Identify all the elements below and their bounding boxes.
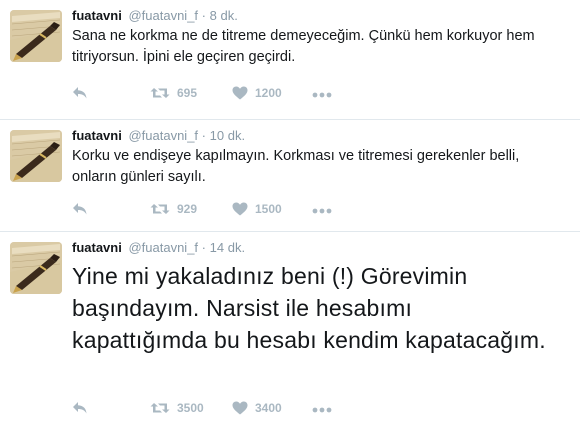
like-count: 1500 — [255, 202, 282, 216]
tweet-actions: 929 1500 — [72, 202, 552, 220]
more-button[interactable] — [312, 92, 332, 98]
tweet[interactable]: fuatavni @fuatavni_f · 8 dk. Sana ne kor… — [0, 0, 580, 120]
retweet-count: 3500 — [177, 401, 204, 415]
avatar[interactable] — [10, 242, 62, 294]
more-button[interactable] — [312, 407, 332, 413]
tweet-text: Korku ve endişeye kapılmayın. Korkması v… — [72, 148, 520, 185]
tweet-text: Sana ne korkma ne de titreme demeyeceğim… — [72, 28, 535, 65]
like-count: 1200 — [255, 86, 282, 100]
tweet-header: fuatavni @fuatavni_f · 14 dk. — [72, 240, 245, 255]
more-icon — [312, 407, 332, 413]
more-button[interactable] — [312, 208, 332, 214]
username[interactable]: @fuatavni_f — [128, 240, 198, 255]
timestamp[interactable]: 14 dk. — [210, 240, 245, 255]
fullname[interactable]: fuatavni — [72, 128, 122, 143]
like-button[interactable]: 1500 — [232, 202, 282, 216]
retweet-button[interactable]: 3500 — [150, 401, 204, 415]
pen-on-paper-avatar-image — [10, 242, 62, 294]
reply-icon — [72, 202, 88, 216]
retweet-button[interactable]: 929 — [150, 202, 197, 216]
retweet-icon — [150, 86, 170, 100]
tweet-header: fuatavni @fuatavni_f · 8 dk. — [72, 8, 238, 23]
more-icon — [312, 208, 332, 214]
tweet[interactable]: fuatavni @fuatavni_f · 14 dk. Yine mi ya… — [0, 232, 580, 425]
timestamp[interactable]: 8 dk. — [210, 8, 238, 23]
avatar[interactable] — [10, 130, 62, 182]
tweet-actions: 695 1200 — [72, 86, 552, 104]
heart-icon — [232, 86, 248, 100]
fullname[interactable]: fuatavni — [72, 240, 122, 255]
tweet-text: Yine mi yakaladınız beni (!) Görevimin b… — [72, 263, 546, 353]
separator: · — [201, 8, 207, 23]
separator: · — [201, 240, 207, 255]
heart-icon — [232, 202, 248, 216]
username[interactable]: @fuatavni_f — [128, 8, 198, 23]
tweet-header: fuatavni @fuatavni_f · 10 dk. — [72, 128, 245, 143]
retweet-button[interactable]: 695 — [150, 86, 197, 100]
retweet-icon — [150, 202, 170, 216]
fullname[interactable]: fuatavni — [72, 8, 122, 23]
reply-button[interactable] — [72, 86, 88, 100]
username[interactable]: @fuatavni_f — [128, 128, 198, 143]
reply-button[interactable] — [72, 202, 88, 216]
tweet-actions: 3500 3400 — [72, 401, 552, 419]
reply-button[interactable] — [72, 401, 88, 415]
avatar[interactable] — [10, 10, 62, 62]
more-icon — [312, 92, 332, 98]
retweet-count: 929 — [177, 202, 198, 216]
tweet[interactable]: fuatavni @fuatavni_f · 10 dk. Korku ve e… — [0, 120, 580, 232]
reply-icon — [72, 86, 88, 100]
retweet-icon — [150, 401, 170, 415]
like-count: 3400 — [255, 401, 282, 415]
timestamp[interactable]: 10 dk. — [210, 128, 245, 143]
separator: · — [201, 128, 207, 143]
heart-icon — [232, 401, 248, 415]
like-button[interactable]: 3400 — [232, 401, 282, 415]
reply-icon — [72, 401, 88, 415]
like-button[interactable]: 1200 — [232, 86, 282, 100]
retweet-count: 695 — [177, 86, 198, 100]
pen-on-paper-avatar-image — [10, 130, 62, 182]
pen-on-paper-avatar-image — [10, 10, 62, 62]
